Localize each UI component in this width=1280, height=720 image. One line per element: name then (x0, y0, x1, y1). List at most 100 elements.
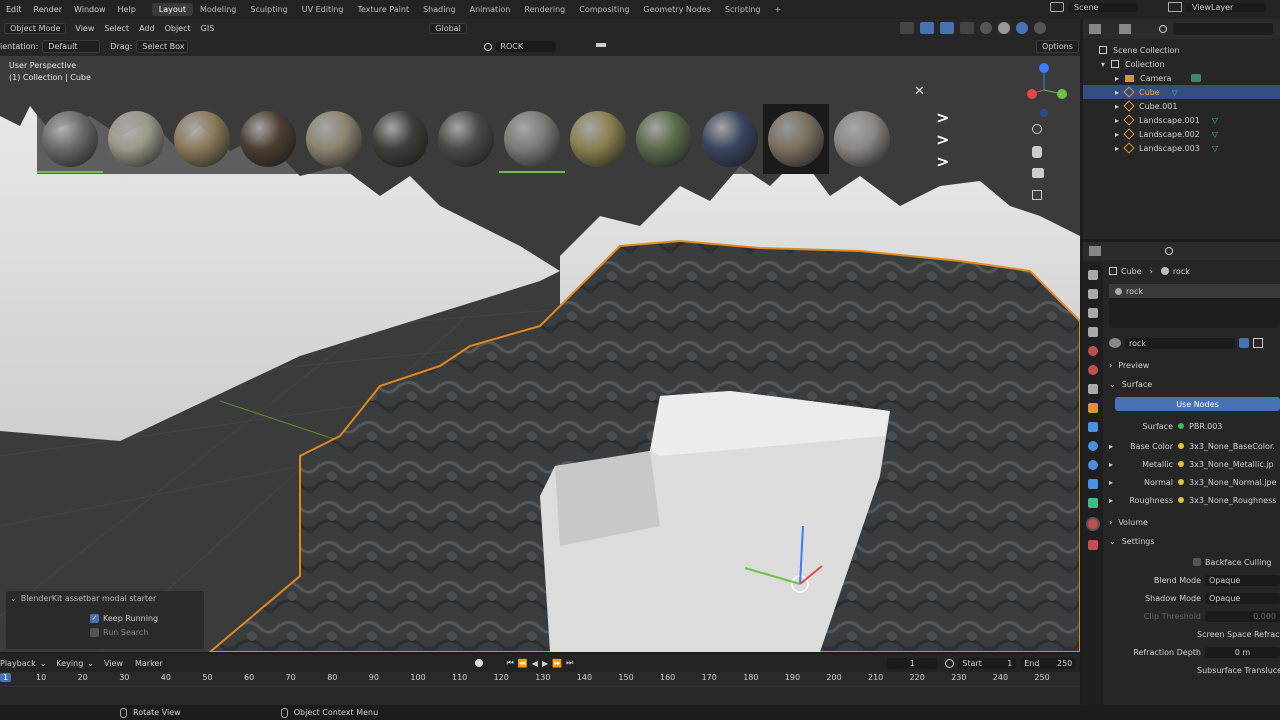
editor-type-icon[interactable] (1089, 246, 1101, 256)
outliner-item-camera[interactable]: ▸ Camera (1083, 71, 1280, 85)
xray-icon[interactable] (960, 22, 974, 34)
menu-gis[interactable]: GIS (196, 24, 220, 33)
asset-next-page-arrow[interactable]: > (936, 130, 949, 149)
fake-user-icon[interactable] (1239, 338, 1249, 348)
timeline-ruler[interactable]: 1 10 20 30 40 50 60 70 80 90 100 110 120 130 140 150 16… (0, 672, 1080, 686)
asset-thumbnail[interactable] (169, 104, 235, 174)
menu-render[interactable]: Render (28, 5, 68, 14)
subsurface-translucency-row[interactable]: Subsurface Transluce (1109, 663, 1280, 677)
menu-select[interactable]: Select (99, 24, 134, 33)
modal-title[interactable]: ⌄ BlenderKit assetbar modal starter (6, 591, 204, 605)
run-search-row[interactable]: Run Search (6, 625, 204, 639)
menu-view[interactable]: View (70, 24, 99, 33)
orientation-select[interactable]: Default (42, 40, 101, 53)
asset-thumbnail[interactable] (103, 104, 169, 174)
constraints-tab-icon[interactable] (1088, 479, 1098, 489)
menu-window[interactable]: Window (68, 5, 112, 14)
transform-orientation-select[interactable]: Global (429, 22, 467, 34)
outliner-item-landscape-001[interactable]: ▸ Landscape.001 ▽ (1083, 113, 1280, 127)
menu-help[interactable]: Help (112, 5, 142, 14)
refraction-depth-field[interactable]: 0 m (1205, 646, 1280, 658)
collection-tab-icon[interactable] (1088, 384, 1098, 394)
end-frame-field[interactable]: End 250 (1020, 657, 1077, 669)
3d-viewport[interactable]: User Perspective (1) Collection | Cube >… (0, 56, 1080, 652)
shading-solid-icon[interactable] (998, 22, 1010, 34)
tab-geometry-nodes[interactable]: Geometry Nodes (636, 3, 717, 16)
physics-tab-icon[interactable] (1088, 460, 1098, 470)
outliner-item-landscape-002[interactable]: ▸ Landscape.002 ▽ (1083, 127, 1280, 141)
start-frame-field[interactable]: Start 1 (958, 657, 1017, 669)
menu-keying[interactable]: Keying (56, 659, 83, 668)
material-slot-list[interactable]: rock (1109, 284, 1280, 328)
backface-culling-row[interactable]: Backface Culling (1109, 555, 1280, 569)
menu-add[interactable]: Add (134, 24, 160, 33)
shader-input-value[interactable]: 3x3_None_BaseColor. (1189, 442, 1275, 451)
run-search-checkbox[interactable] (90, 627, 99, 637)
jump-end-icon[interactable]: ⏭ (566, 658, 573, 668)
asset-thumbnail[interactable] (37, 104, 103, 174)
volume-section[interactable]: › Volume (1109, 515, 1280, 529)
drag-select[interactable]: Select Box (136, 40, 189, 53)
asset-thumbnail[interactable] (763, 104, 829, 174)
current-frame-field[interactable]: 1 (887, 657, 938, 669)
record-icon[interactable] (474, 659, 483, 667)
next-keyframe-icon[interactable]: ⏩ (552, 659, 562, 668)
render-tab-icon[interactable] (1088, 289, 1098, 299)
material-tab-icon[interactable] (1086, 517, 1100, 531)
menu-object[interactable]: Object (160, 24, 196, 33)
menu-marker[interactable]: Marker (135, 659, 163, 668)
data-tab-icon[interactable] (1088, 498, 1098, 508)
menu-timeline-view[interactable]: View (104, 659, 123, 668)
outliner-item-cube[interactable]: ▸ Cube ▽ (1083, 85, 1280, 99)
jump-start-icon[interactable]: ⏮ (507, 658, 514, 668)
camera-view-icon[interactable] (1032, 168, 1044, 178)
asset-thumbnail[interactable] (829, 104, 895, 174)
scene-field[interactable]: Scene (1068, 2, 1138, 12)
grid-view-icon[interactable] (1032, 190, 1042, 200)
shader-input-value[interactable]: 3x3_None_Metallic.jp (1189, 460, 1274, 469)
modifier-tab-icon[interactable] (1088, 422, 1098, 432)
settings-section[interactable]: ⌄ Settings (1109, 534, 1280, 548)
asset-thumbnail[interactable] (433, 104, 499, 174)
blend-mode-select[interactable]: Opaque (1205, 574, 1280, 586)
asset-next-arrow[interactable]: > (936, 108, 949, 127)
tab-uv-editing[interactable]: UV Editing (295, 3, 351, 16)
asset-thumbnail[interactable] (697, 104, 763, 174)
outliner-search-input[interactable] (1173, 23, 1273, 35)
particles-tab-icon[interactable] (1088, 441, 1098, 451)
outliner-item-cube-001[interactable]: ▸ Cube.001 (1083, 99, 1280, 113)
surface-shader-field[interactable]: PBR.003 (1189, 422, 1222, 431)
object-tab-icon[interactable] (1088, 403, 1098, 413)
asset-thumbnail[interactable] (235, 104, 301, 174)
filter-icon[interactable] (596, 42, 607, 51)
menu-edit[interactable]: Edit (0, 5, 28, 14)
visibility-icon[interactable] (900, 22, 914, 34)
asset-thumbnail[interactable] (631, 104, 697, 174)
collection-row[interactable]: ▾ Collection (1083, 57, 1280, 71)
add-workspace-button[interactable]: + (767, 3, 788, 16)
preview-section[interactable]: › Preview (1109, 358, 1280, 372)
tab-compositing[interactable]: Compositing (572, 3, 636, 16)
tab-scripting[interactable]: Scripting (718, 3, 768, 16)
tab-modeling[interactable]: Modeling (193, 3, 243, 16)
shader-input-value[interactable]: 3x3_None_Roughness (1189, 496, 1276, 505)
play-icon[interactable]: ▶ (542, 659, 548, 668)
tab-rendering[interactable]: Rendering (517, 3, 572, 16)
keep-running-checkbox[interactable]: ✓ (90, 613, 99, 623)
view-layer-field[interactable]: ViewLayer (1186, 2, 1266, 12)
tab-animation[interactable]: Animation (463, 3, 518, 16)
asset-thumbnail[interactable] (301, 104, 367, 174)
output-tab-icon[interactable] (1088, 308, 1098, 318)
shading-rendered-icon[interactable] (1034, 22, 1046, 34)
chevron-right-icon[interactable]: ▸ (1109, 478, 1121, 487)
keep-running-row[interactable]: ✓ Keep Running (6, 611, 204, 625)
gizmo-icon[interactable] (920, 22, 934, 34)
editor-type-icon[interactable] (1089, 24, 1101, 34)
menu-playback[interactable]: Playback (0, 659, 36, 668)
tab-sculpting[interactable]: Sculpting (243, 3, 294, 16)
navigation-gizmo[interactable] (1022, 62, 1072, 212)
texture-tab-icon[interactable] (1088, 540, 1098, 550)
mode-select[interactable]: Object Mode (4, 22, 67, 34)
material-name-field[interactable]: rock (1125, 337, 1235, 349)
display-mode-icon[interactable] (1119, 24, 1131, 34)
